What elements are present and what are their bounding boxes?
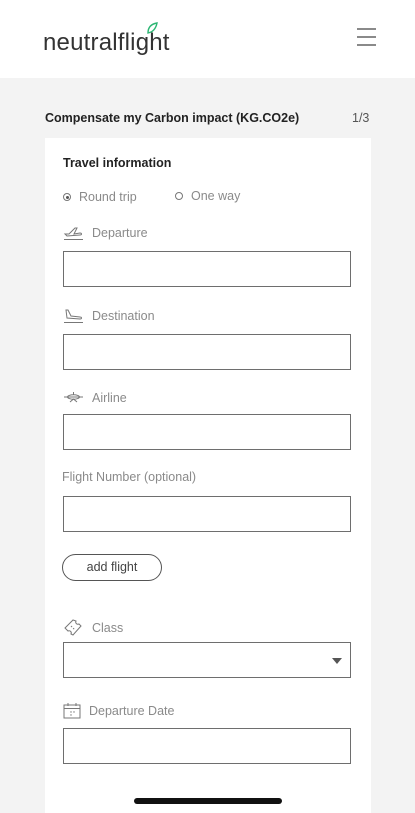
- flight-number-label: Flight Number (optional): [62, 470, 196, 484]
- round-trip-label: Round trip: [79, 190, 137, 204]
- airline-label: Airline: [63, 391, 127, 405]
- departure-label-text: Departure: [92, 226, 148, 240]
- airline-input[interactable]: [63, 414, 351, 450]
- plane-takeoff-icon: [63, 227, 83, 240]
- one-way-radio[interactable]: One way: [175, 189, 240, 203]
- departure-input[interactable]: [63, 251, 351, 287]
- radio-unselected-icon: [175, 192, 183, 200]
- departure-date-label: Departure Date: [63, 702, 174, 720]
- leaf-icon: [147, 22, 158, 34]
- class-label: Class: [63, 618, 123, 638]
- airline-plane-icon: [64, 392, 83, 403]
- home-indicator: [134, 798, 282, 804]
- card-title: Travel information: [63, 156, 172, 170]
- flight-number-input[interactable]: [63, 496, 351, 532]
- departure-date-label-text: Departure Date: [89, 704, 175, 718]
- departure-label: Departure: [63, 225, 148, 241]
- add-flight-button[interactable]: add flight: [62, 554, 162, 581]
- section-title: Compensate my Carbon impact (KG.CO2e): [45, 111, 300, 125]
- round-trip-radio[interactable]: Round trip: [63, 190, 137, 204]
- class-select[interactable]: [63, 642, 351, 678]
- destination-label-text: Destination: [92, 309, 155, 323]
- ticket-icon: [64, 619, 82, 636]
- radio-selected-icon: [63, 193, 71, 201]
- calendar-icon: [63, 703, 81, 719]
- one-way-label: One way: [191, 189, 241, 203]
- destination-label: Destination: [63, 308, 155, 324]
- chevron-down-icon: [332, 658, 342, 664]
- departure-date-input[interactable]: [63, 728, 351, 764]
- header: neutralflight: [0, 0, 415, 78]
- class-label-text: Class: [92, 621, 124, 635]
- step-indicator: 1/3: [352, 111, 370, 125]
- flight-number-label-text: Flight Number (optional): [62, 470, 197, 484]
- logo[interactable]: neutralflight: [43, 21, 170, 57]
- destination-input[interactable]: [63, 334, 351, 370]
- plane-landing-icon: [64, 309, 83, 323]
- hamburger-menu-icon[interactable]: [357, 28, 376, 46]
- airline-label-text: Airline: [92, 391, 127, 405]
- travel-form-card: Travel information Round trip One way De…: [45, 138, 371, 813]
